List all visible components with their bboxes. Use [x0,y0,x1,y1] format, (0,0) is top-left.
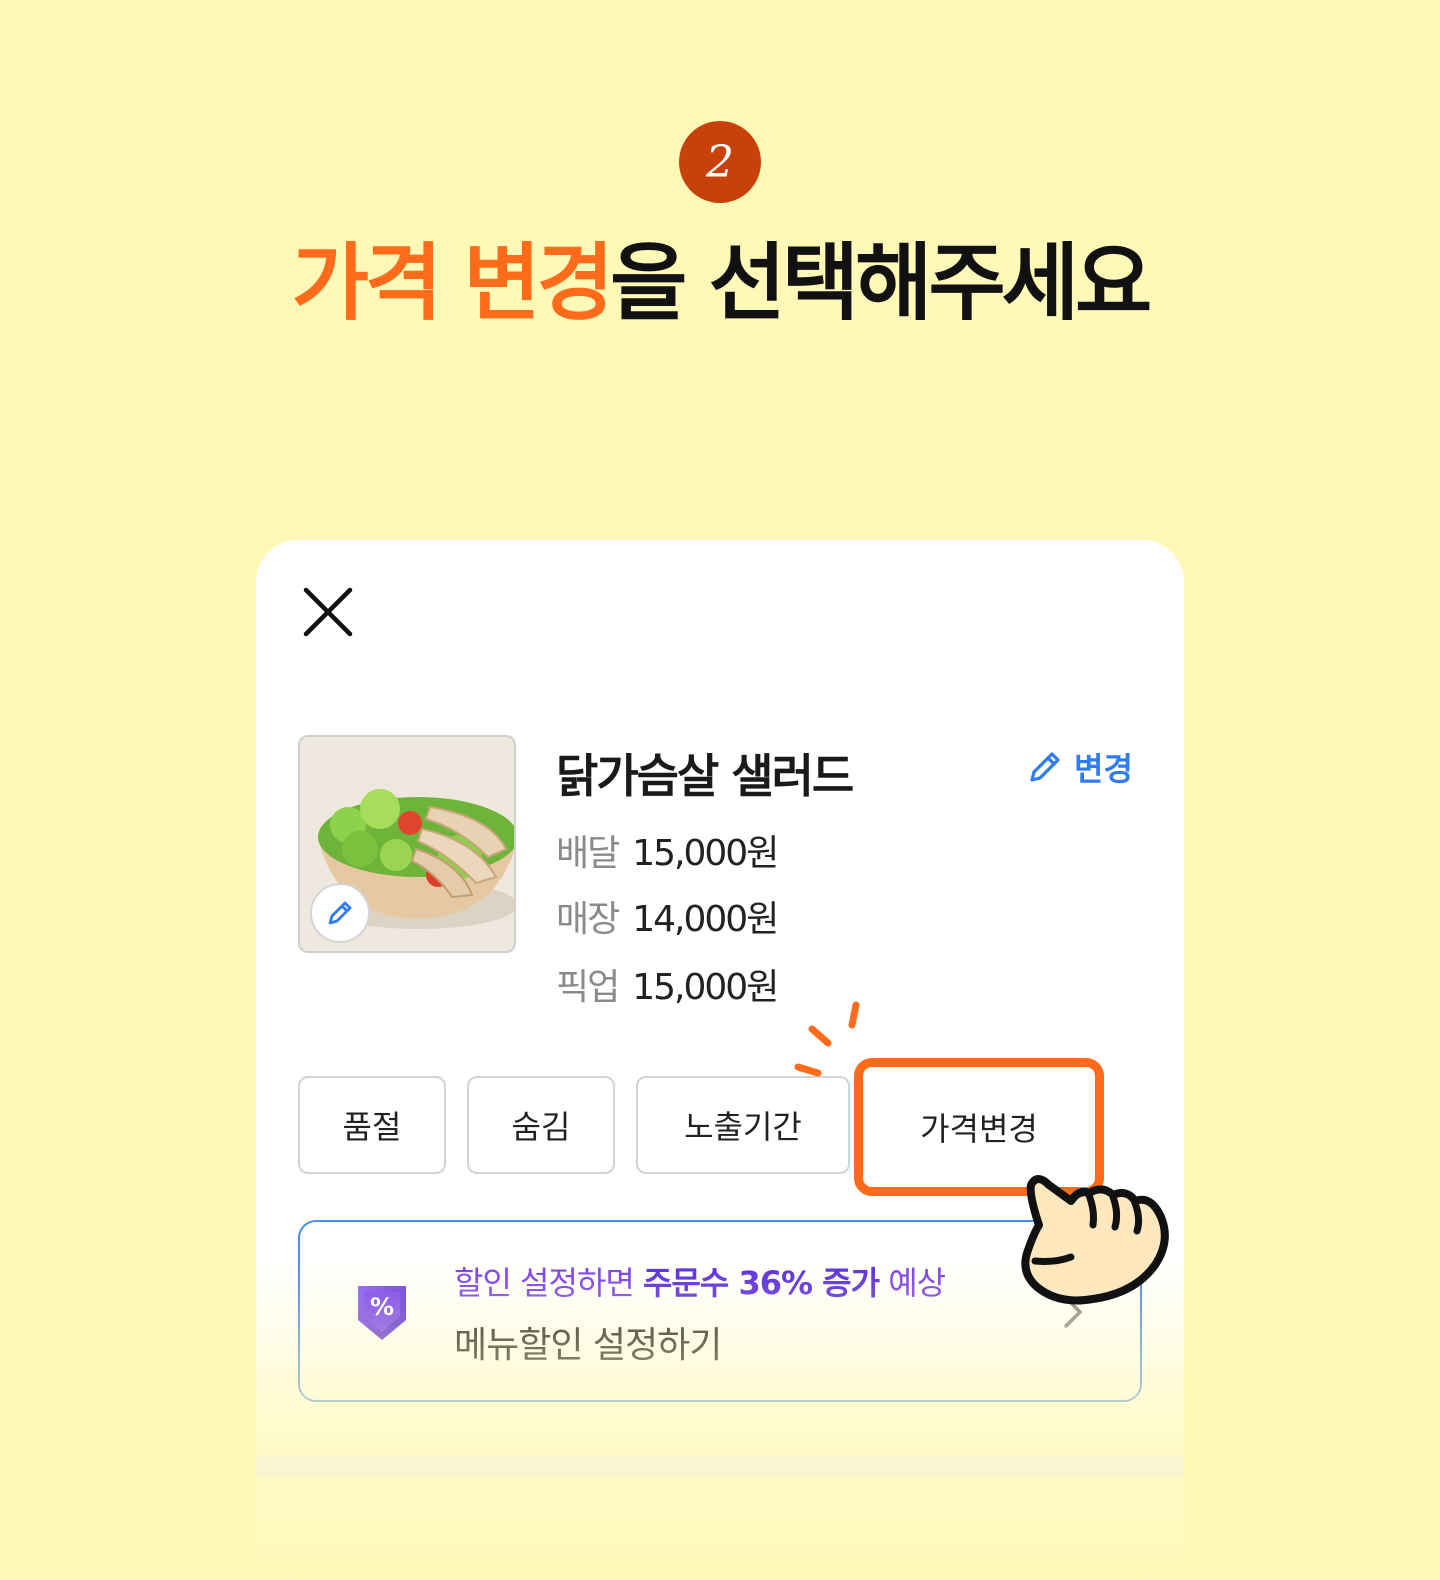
photo-edit-button[interactable] [310,883,370,943]
menu-photo[interactable] [298,735,516,953]
edit-link-label: 변경 [1074,750,1133,788]
promo-sub-prefix: 할인 설정하면 [454,1264,643,1302]
pencil-icon [1030,752,1060,782]
price-value: 15,000원 [632,833,779,874]
price-value: 15,000원 [632,967,779,1008]
price-row-store: 매장 14,000원 [556,890,779,942]
hide-button[interactable]: 숨김 [467,1076,615,1174]
menu-name: 닭가슴살 샐러드 [556,749,854,803]
promo-sub-suffix: 예상 [879,1264,946,1302]
emphasis-sparks-icon [794,1001,860,1077]
headline-accent: 가격 변경 [291,234,614,332]
section-divider [256,1456,1184,1476]
close-icon[interactable] [300,584,356,640]
discount-promo-title: 메뉴할인 설정하기 [454,1325,722,1366]
price-row-delivery: 배달 15,000원 [556,824,779,876]
page-headline: 가격 변경을 선택해주세요 [0,228,1440,338]
price-label: 배달 [556,833,620,874]
pointing-hand-icon [1021,1175,1169,1305]
price-value: 14,000원 [632,899,779,940]
step-number-badge: 2 [679,121,761,203]
price-label: 픽업 [556,967,620,1008]
edit-menu-link[interactable]: 변경 [1026,744,1133,790]
display-period-button[interactable]: 노출기간 [636,1076,850,1174]
price-label: 매장 [556,899,620,940]
promo-sub-highlight: 주문수 36% 증가 [642,1264,880,1302]
menu-detail-sheet: 닭가슴살 샐러드 변경 배달 15,000원 매장 14,000원 픽업 15,… [256,540,1184,1580]
discount-promo-subtext: 할인 설정하면 주문수 36% 증가 예상 [454,1258,946,1304]
headline-rest: 을 선택해주세요 [610,234,1152,332]
pencil-icon [328,901,352,925]
price-row-pickup: 픽업 15,000원 [556,958,779,1010]
soldout-button[interactable]: 품절 [298,1076,446,1174]
discount-badge-icon: % [358,1286,406,1340]
discount-percent-symbol: % [370,1293,394,1321]
